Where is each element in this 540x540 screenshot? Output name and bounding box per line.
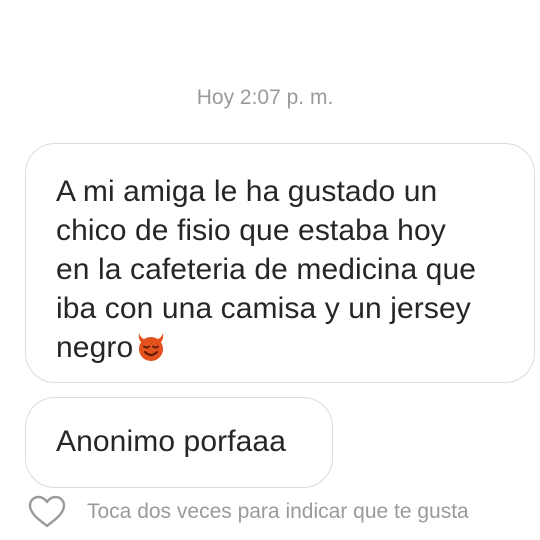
message-line: iba con una camisa y un jersey [56,292,471,325]
message-line-last: negro [56,328,534,373]
like-hint-row[interactable]: Toca dos veces para indicar que te gusta [27,494,469,530]
smiling-devil-emoji [134,329,168,373]
dm-thread: Hoy 2:07 p. m. A mi amiga le ha gustado … [0,0,540,540]
message-timestamp: Hoy 2:07 p. m. [196,86,334,109]
message-bubble[interactable]: A mi amiga le ha gustado un chico de fis… [25,143,535,383]
message-line: chico de fisio que estaba hoy [56,214,446,247]
message-bubble[interactable]: Anonimo porfaaa [25,397,333,488]
message-line: Anonimo porfaaa [56,425,286,458]
message-line: A mi amiga le ha gustado un [56,175,438,208]
message-line: en la cafeteria de medicina que [56,253,477,286]
like-hint-text: Toca dos veces para indicar que te gusta [87,500,469,523]
heart-outline-icon[interactable] [27,495,67,529]
message-line-text: negro [56,331,134,364]
